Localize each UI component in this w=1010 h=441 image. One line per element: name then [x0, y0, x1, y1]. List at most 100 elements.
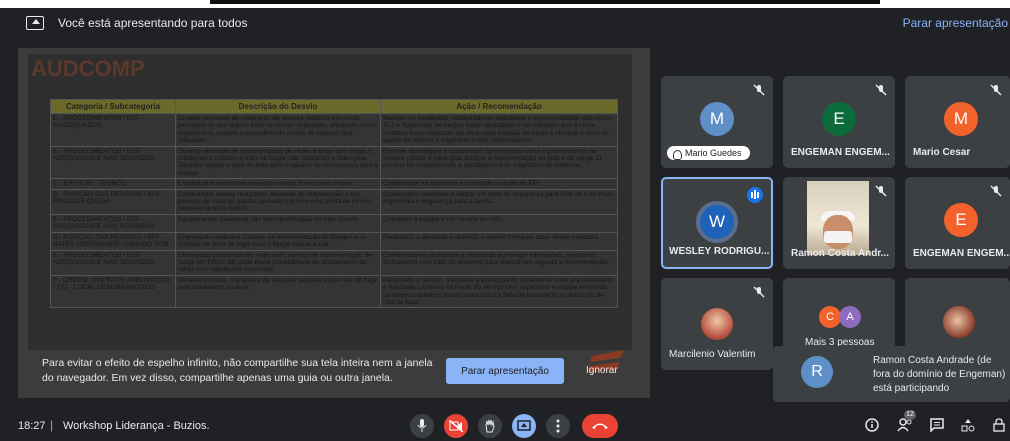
participant-name: WESLEY RODRIGU... [669, 246, 770, 257]
table-cell: Paralisado o serviço, solicitado a execu… [380, 274, 618, 309]
participant-tile[interactable]: M Mario Cesar [905, 76, 1010, 168]
table-row: F - ORDEM, LIMPEZA E ARRUMAÇÃO / F02 - L… [50, 274, 618, 309]
participant-photo [943, 306, 975, 338]
table-row: E - PROCEDIMENTOS / E03 - ADEQUADOS E NÃ… [50, 213, 618, 233]
mic-off-icon [875, 185, 887, 197]
participant-name: ENGEMAN ENGEM... [913, 248, 1010, 259]
raise-hand-icon[interactable] [478, 414, 502, 438]
table-row: E - PROCEDIMENTOS / E03 - ADEQUADOS E NÃ… [50, 249, 618, 276]
table-cell: Durante abordagem o colaborador foi orie… [380, 145, 618, 180]
join-notification: R Ramon Costa Andrade (de fora do domíni… [773, 346, 1010, 402]
table-cell: Durante limpeza, mangueira de lava jato … [175, 274, 381, 309]
table-cell: Mandou foi paralisada, colaboradores abo… [380, 113, 618, 147]
present-screen-icon[interactable] [512, 414, 536, 438]
column-header: Ação / Recomendação [380, 99, 618, 114]
participant-name: Mario Cesar [913, 147, 971, 158]
table-cell: Colaboradores abordados e sinalizado a p… [380, 249, 618, 276]
avatar: E [822, 102, 856, 136]
table-row: E - PROCEDIMENTOS / E03 - ADEQUADOS E NÃ… [50, 145, 618, 180]
deviation-table: Categoria / Subcategoria Descrição do De… [50, 99, 618, 309]
table-row: C - EPI / C06 - TRONCO Colaborador execut… [50, 178, 618, 190]
avatar: W [696, 201, 738, 243]
present-screen-icon [26, 16, 44, 30]
mic-off-icon [990, 84, 1002, 96]
participant-tile-video[interactable]: Ramon Costa Andr... [783, 177, 895, 269]
participant-name: ENGEMAN ENGEM... [791, 147, 890, 158]
activities-icon[interactable] [960, 418, 976, 434]
participant-tile[interactable]: E ENGEMAN ENGEM... [905, 177, 1010, 269]
mic-icon[interactable] [410, 414, 434, 438]
table-cell: C - EPI / C06 - TRONCO [50, 178, 176, 190]
meeting-title: Workshop Liderança - Buzios. [63, 420, 210, 432]
more-options-icon[interactable] [546, 414, 570, 438]
participant-count-badge: 12 [904, 410, 916, 420]
participant-name: Ramon Costa Andr... [791, 248, 889, 259]
meeting-controls-bar: 18:27 | Workshop Liderança - Buzios. [0, 412, 1010, 440]
table-cell: F - ORDEM, LIMPEZA E ARRUMAÇÃO / F02 - L… [50, 274, 176, 309]
mic-off-icon [875, 84, 887, 96]
notification-text: Ramon Costa Andrade (de fora do domínio … [873, 355, 1006, 394]
table-row: B - POSIÇÃO DAS PESSOAS / B07 - BATER CO… [50, 231, 618, 251]
table-cell: Colaborador estava realizando atividade … [175, 188, 381, 215]
window-top-frame [0, 0, 1010, 8]
table-cell: B - POSIÇÃO DAS PESSOAS / B07 - BATER CO… [50, 231, 176, 251]
table-cell: Colaborador orientado a utilizar um cint… [380, 188, 618, 215]
camera-off-icon[interactable] [444, 414, 468, 438]
participant-tile-active-speaker[interactable]: W WESLEY RODRIGU... [661, 177, 773, 269]
chat-icon[interactable] [929, 418, 945, 434]
table-cell: Colaborador executava lava-jato usando f… [175, 178, 381, 190]
mic-off-icon [753, 286, 765, 298]
hand-pin-icon [673, 150, 682, 160]
presenting-message: Você está apresentando para todos [58, 16, 248, 30]
separator: | [50, 418, 54, 432]
stop-presenting-button[interactable]: Parar apresentação [446, 358, 564, 384]
shared-document: AUDCOMP Categoria / Subcategoria Descriç… [28, 54, 632, 350]
table-row: E - PROCEDIMENTOS / E07 - INADEQUADOS Dur… [50, 113, 618, 147]
participant-tile[interactable]: E ENGEMAN ENGEM... [783, 76, 895, 168]
mic-off-icon [753, 84, 765, 96]
avatar: M [944, 102, 978, 136]
presentation-stage: AUDCOMP Categoria / Subcategoria Descriç… [18, 48, 650, 398]
table-cell: Paralisado a atividade e definido a melh… [380, 231, 618, 251]
participant-name: Mario Guedes [685, 148, 742, 158]
info-icon[interactable] [864, 418, 880, 434]
table-cell: Empregado realizava trabalho de moviment… [175, 231, 381, 251]
participant-video [807, 181, 869, 255]
column-header: Categoria / Subcategoria [50, 99, 176, 114]
table-cell: E - PROCEDIMENTOS / E07 - INADEQUADOS [50, 113, 176, 147]
table-cell: Equipamento (paleteira) não tem identifi… [175, 213, 381, 233]
avatar: A [839, 306, 861, 328]
table-header-row: Categoria / Subcategoria Descrição do De… [50, 99, 618, 114]
table-cell: Colaborador foi abordado e solicitado o … [380, 178, 618, 190]
participant-photo [701, 308, 733, 340]
participant-name-pill: Mario Guedes [667, 146, 750, 160]
avatar: C [819, 306, 841, 328]
avatar: M [700, 102, 734, 136]
participant-tile[interactable]: M Mario Guedes [661, 76, 773, 168]
stop-presenting-link[interactable]: Parar apresentação [903, 16, 1008, 30]
table-cell: B - POSIÇÃO DAS PESSOAS / B03 - RISCO DE… [50, 188, 176, 215]
mic-off-icon [990, 185, 1002, 197]
table-cell: Orientado a equipe a cor correta do mês. [380, 213, 618, 233]
people-icon[interactable] [897, 418, 913, 434]
avatar: E [944, 203, 978, 237]
top-black-strip [210, 0, 880, 4]
table-cell: E - PROCEDIMENTOS / E03 - ADEQUADOS E NÃ… [50, 145, 176, 180]
avatar: R [801, 356, 833, 388]
table-cell: E - PROCEDIMENTOS / E03 - ADEQUADOS E NÃ… [50, 213, 176, 233]
table-cell: Durante processo de colocação de tesoura… [175, 113, 381, 147]
hangup-icon[interactable] [582, 414, 618, 438]
speaking-indicator-icon [747, 187, 763, 203]
table-row: B - POSIÇÃO DAS PESSOAS / B03 - RISCO DE… [50, 188, 618, 215]
document-title: AUDCOMP [31, 56, 145, 81]
column-header: Descrição do Desvio [175, 99, 381, 114]
table-cell: Durante atividade de movimentação de red… [175, 145, 381, 180]
participant-name: Marcilenio Valentim [669, 349, 756, 360]
mirror-warning-text: Para evitar o efeito de espelho infinito… [42, 357, 433, 384]
table-cell: E - PROCEDIMENTOS / E03 - ADEQUADOS E NÃ… [50, 249, 176, 276]
host-controls-icon[interactable] [990, 418, 1006, 434]
table-cell: Observado colaboradores realizando servi… [175, 249, 381, 276]
presenting-bar: Você está apresentando para todos Parar … [0, 8, 1010, 38]
ignore-button[interactable]: Ignorar [580, 364, 624, 377]
participant-tile[interactable]: Marcilenio Valentim [661, 278, 773, 370]
